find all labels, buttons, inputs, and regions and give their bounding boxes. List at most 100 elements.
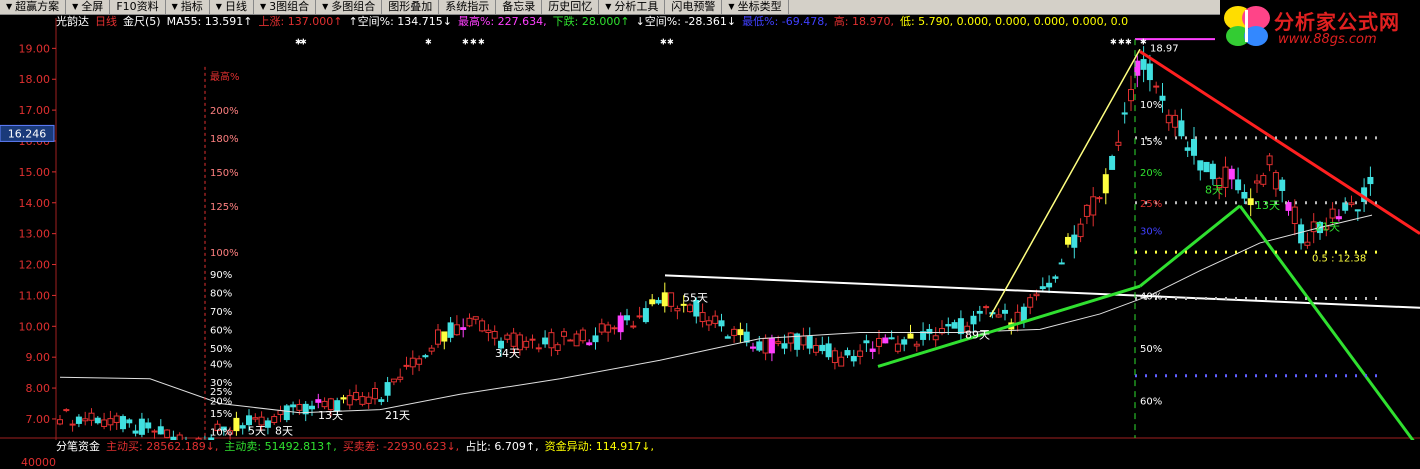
toolbar-item-7[interactable]: 图形叠加 (382, 0, 440, 14)
candle-75 (529, 334, 536, 349)
toolbar-item-6[interactable]: ▼ 多图组合 (316, 0, 383, 14)
candle-197 (1298, 218, 1305, 250)
candle-36 (283, 404, 290, 423)
candle-body (813, 345, 819, 353)
candle-body (819, 344, 826, 352)
toolbar-item-label: 3图组合 (269, 0, 310, 13)
toolbar-item-11[interactable]: ▼ 分析工具 (599, 0, 666, 14)
candle-body (466, 317, 473, 327)
candle-body (75, 416, 82, 424)
candle-102 (699, 303, 706, 328)
candle-body (756, 341, 763, 351)
toolbar-item-8[interactable]: 系统指示 (439, 0, 497, 14)
candle-187 (1235, 167, 1242, 194)
candle-161 (1071, 225, 1078, 259)
left-level-label: 20% (210, 396, 232, 407)
candle-body (1209, 163, 1216, 180)
candle-169 (1121, 102, 1128, 124)
kline-chart: 19.0018.0017.0016.0015.0014.0013.0012.00… (0, 18, 1420, 440)
candle-116 (787, 332, 794, 352)
capital-field-1: 主动买: 28562.189↓, (106, 440, 219, 453)
candle-192 (1266, 152, 1273, 172)
candle-97 (668, 292, 675, 312)
candle-183 (1209, 160, 1216, 186)
left-level-label: 100% (210, 248, 239, 259)
candle-12 (132, 424, 139, 437)
toolbar-item-2[interactable]: F10资料 (110, 0, 166, 14)
capital-flow-bar: 分笔资金 主动买: 28562.189↓, 主动卖: 51492.813↑, 买卖差:… (56, 440, 1356, 454)
candle-body (869, 348, 876, 352)
candle-95 (655, 297, 662, 305)
candle-98 (674, 305, 681, 320)
toolbar-item-label: 历史回忆 (548, 0, 593, 13)
candle-39 (302, 401, 309, 422)
candle-body (567, 339, 574, 342)
candle-132 (888, 330, 895, 340)
candle-84 (586, 339, 593, 346)
toolbar-item-10[interactable]: 历史回忆 (542, 0, 600, 14)
candle-body (825, 343, 832, 358)
candle-body (145, 422, 152, 429)
candle-109 (743, 323, 750, 347)
candle-body (504, 334, 511, 340)
right-level-label: 25% (1140, 199, 1162, 210)
toolbar-item-0[interactable]: ▼ 超赢方案 (0, 0, 67, 14)
candle-body (1172, 114, 1179, 128)
candle-170 (1128, 75, 1134, 112)
candle-62 (447, 316, 454, 343)
candle-204 (1342, 197, 1349, 214)
candle-163 (1083, 204, 1090, 225)
toolbar-item-13[interactable]: ▼ 坐标类型 (722, 0, 789, 14)
toolbar-item-label: 系统指示 (445, 0, 490, 13)
toolbar-item-5[interactable]: ▼ 3图组合 (254, 0, 317, 14)
right-level-label: 30% (1140, 227, 1162, 238)
candle-body (63, 409, 70, 412)
candle-body (630, 325, 637, 328)
candle-body (1046, 282, 1053, 288)
candle-52 (384, 376, 391, 403)
candle-body (1033, 293, 1040, 297)
candle-88 (611, 325, 618, 335)
y-tick-label: 17.00 (19, 104, 51, 117)
candle-body (271, 416, 278, 423)
left-level-label: 125% (210, 202, 239, 213)
toolbar-item-3[interactable]: ▼ 指标 (166, 0, 210, 14)
candle-77 (542, 330, 549, 348)
toolbar-item-12[interactable]: 闪电预警 (665, 0, 723, 14)
candle-body (107, 418, 114, 426)
candle-body (781, 343, 788, 349)
signal-star-icon: ✱ (1110, 38, 1117, 47)
candle-body (844, 350, 851, 356)
candle-120 (813, 337, 819, 356)
candle-body (353, 392, 360, 401)
candle-body (605, 324, 612, 333)
right-level-label: 40% (1140, 291, 1162, 302)
candle-body (1083, 204, 1090, 217)
left-level-label: 150% (210, 168, 239, 179)
candle-body (548, 332, 555, 349)
toolbar-item-9[interactable]: 备忘录 (496, 0, 543, 14)
toolbar-item-4[interactable]: ▼ 日线 (210, 0, 254, 14)
left-level-label: 40% (210, 359, 232, 370)
candle-188 (1241, 184, 1248, 205)
y-tick-label: 11.00 (19, 289, 51, 302)
candle-137 (920, 322, 927, 346)
candle-body (561, 331, 567, 337)
toolbar-item-1[interactable]: ▼ 全屏 (66, 0, 111, 14)
candle-5 (88, 408, 95, 426)
candle-body (762, 337, 769, 354)
candle-33 (264, 417, 271, 435)
y-tick-label: 7.00 (26, 413, 51, 426)
high-price-label: 18.97 (1150, 43, 1179, 54)
candle-60 (435, 324, 441, 348)
candle-122 (825, 336, 832, 360)
candle-body (718, 320, 725, 327)
candle-body (233, 417, 240, 432)
candle-body (1266, 155, 1273, 166)
candle-8 (107, 410, 114, 431)
candle-body (378, 399, 385, 402)
candle-body (894, 343, 901, 352)
toolbar-item-label: 超赢方案 (15, 0, 60, 13)
day-count-label: 89天 (965, 329, 990, 342)
day-count-label: 55天 (683, 292, 708, 305)
